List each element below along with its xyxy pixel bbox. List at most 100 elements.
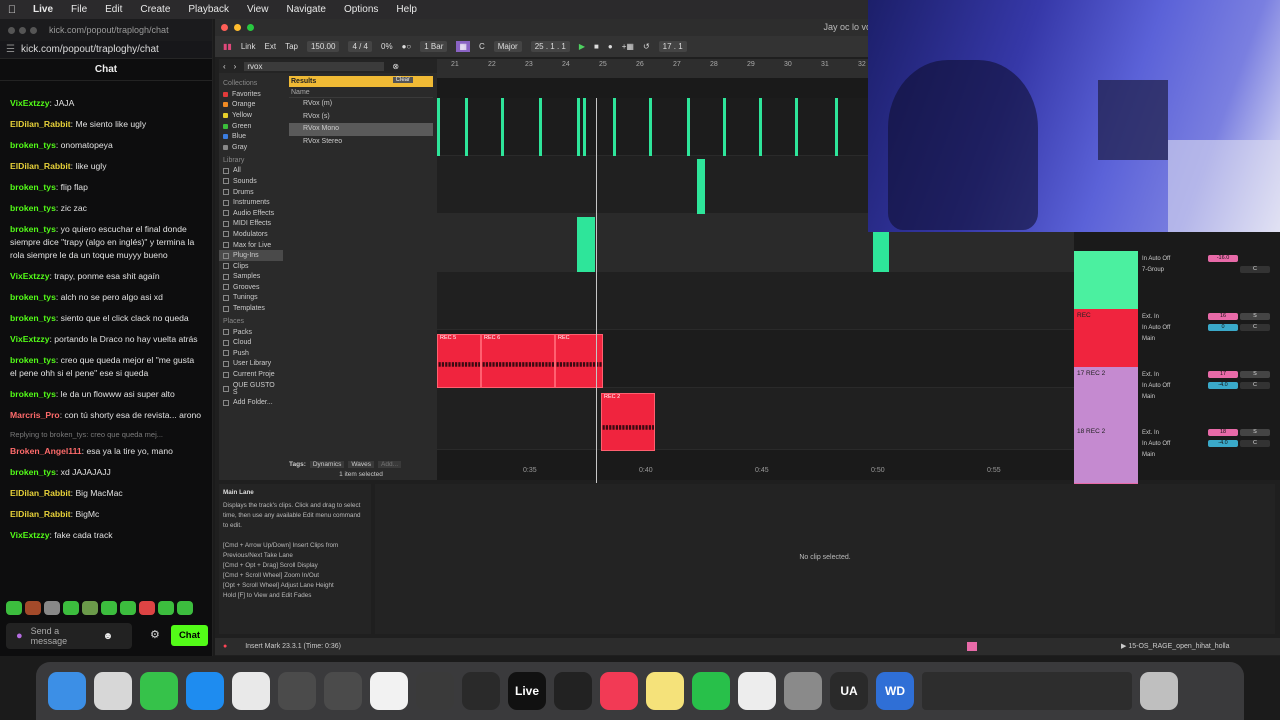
tag-waves[interactable]: Waves <box>348 460 375 468</box>
chat-username[interactable]: Broken_Angel111 <box>10 446 82 456</box>
minimize-icon[interactable] <box>234 24 241 31</box>
midi-clip[interactable] <box>577 98 580 156</box>
zoom-icon[interactable] <box>247 24 254 31</box>
midi-clip[interactable] <box>723 98 726 156</box>
menu-help[interactable]: Help <box>387 4 426 15</box>
solo-button[interactable]: S <box>1240 313 1270 320</box>
chat-username[interactable]: broken_tys <box>10 355 56 365</box>
gear-icon[interactable]: ⚙ <box>150 628 160 641</box>
track-number[interactable]: -16.0 <box>1208 255 1238 262</box>
library-item[interactable]: All <box>219 166 283 177</box>
monitor-off[interactable]: Off <box>1162 441 1170 447</box>
play-icon[interactable]: ▶ <box>579 42 585 51</box>
place-item[interactable]: Push <box>219 348 283 359</box>
app-icon-2[interactable] <box>324 672 362 710</box>
collection-item[interactable]: Blue <box>219 131 283 142</box>
monitor-auto[interactable]: Auto <box>1148 325 1160 331</box>
track-lane[interactable] <box>437 388 1074 450</box>
back-icon[interactable]: ‹ <box>223 62 226 71</box>
wd-icon[interactable]: WD <box>876 672 914 710</box>
tag-add[interactable]: Add... <box>378 460 402 468</box>
midi-clip[interactable] <box>583 98 586 156</box>
chat-username[interactable]: Marcris_Pro <box>10 410 60 420</box>
chat-username[interactable]: broken_tys <box>10 389 56 399</box>
emote-icon[interactable] <box>139 601 155 615</box>
status-track-name[interactable]: ▶ 15-OS_RAGE_open_hihat_holla <box>1121 638 1230 655</box>
monitor-auto[interactable]: Auto <box>1148 383 1160 389</box>
monitor-off[interactable]: Off <box>1162 383 1170 389</box>
warning-icon[interactable]: ● <box>223 643 227 650</box>
tempo-field[interactable]: 150.00 <box>306 41 340 52</box>
midi-clip[interactable] <box>577 217 595 272</box>
minimize-icon[interactable] <box>19 26 26 34</box>
pan-control[interactable]: C <box>1240 324 1270 331</box>
key-select[interactable]: C <box>479 42 485 51</box>
result-item[interactable]: RVox (m) <box>289 98 433 111</box>
volume-value[interactable]: -4.0 <box>1208 382 1238 389</box>
library-item[interactable]: Drums <box>219 187 283 198</box>
midi-clip[interactable] <box>873 232 889 272</box>
midi-clip[interactable] <box>465 98 468 156</box>
result-item[interactable]: RVox Stereo <box>289 136 433 149</box>
groove-amount[interactable]: 0% <box>381 42 393 51</box>
chat-username[interactable]: VixExtzzy <box>10 271 50 281</box>
audio-clip[interactable]: REC 2 ▮▮▮▮▮▮▮▮▮▮▮▮▮▮▮▮▮▮▮▮▮▮▮▮▮▮▮▮▮▮▮▮▮▮▮… <box>601 393 655 451</box>
midi-clip[interactable] <box>613 98 616 156</box>
midi-clip[interactable] <box>649 98 652 156</box>
library-item[interactable]: Samples <box>219 272 283 283</box>
menu-navigate[interactable]: Navigate <box>277 4 334 15</box>
track-title-bar[interactable]: 18 REC 2 <box>1074 425 1138 483</box>
place-item[interactable]: User Library <box>219 359 283 370</box>
solo-button[interactable]: S <box>1240 371 1270 378</box>
menu-view[interactable]: View <box>238 4 278 15</box>
stop-icon[interactable]: ■ <box>594 42 599 51</box>
fl-studio-icon[interactable] <box>416 672 454 710</box>
settings-icon[interactable] <box>784 672 822 710</box>
input-type-select[interactable]: Ext. In <box>1142 428 1170 439</box>
midi-clip[interactable] <box>501 98 504 156</box>
monitor-off[interactable]: Off <box>1162 256 1170 262</box>
monitor-auto[interactable]: Auto <box>1148 441 1160 447</box>
chat-username[interactable]: VixExtzzy <box>10 98 50 108</box>
collection-item[interactable]: Orange <box>219 100 283 111</box>
output-select[interactable]: Main <box>1142 334 1170 345</box>
menu-playback[interactable]: Playback <box>179 4 238 15</box>
loop-position[interactable]: 17 . 1 <box>658 41 687 52</box>
site-settings-icon[interactable]: ☰ <box>6 44 15 55</box>
view-toggle-icon[interactable]: ▮▮ <box>223 42 232 51</box>
emote-icon[interactable] <box>120 601 136 615</box>
loop-icon[interactable]: ↺ <box>643 42 650 51</box>
music-icon[interactable] <box>600 672 638 710</box>
emote-icon[interactable] <box>177 601 193 615</box>
volume-value[interactable]: -4.0 <box>1208 440 1238 447</box>
window-thumb-icon[interactable] <box>922 672 1132 710</box>
app-icon-3[interactable] <box>462 672 500 710</box>
chat-username[interactable]: broken_tys <box>10 313 56 323</box>
record-icon[interactable]: ● <box>608 42 613 51</box>
place-item[interactable]: QUE GUSTO S <box>219 380 283 398</box>
library-item[interactable]: Templates <box>219 303 283 314</box>
input-type-select[interactable]: Ext. In <box>1142 370 1170 381</box>
chat-username[interactable]: broken_tys <box>10 203 56 213</box>
library-item[interactable]: Max for Live <box>219 240 283 251</box>
apple-icon[interactable]:  <box>0 4 24 16</box>
library-item[interactable]: Instruments <box>219 197 283 208</box>
chat-username[interactable]: ElDilan_Rabbit <box>10 161 71 171</box>
arrangement-position[interactable]: 25 . 1 . 1 <box>530 41 570 52</box>
facetime-icon[interactable] <box>140 672 178 710</box>
emote-icon[interactable] <box>44 601 60 615</box>
library-item[interactable]: Grooves <box>219 282 283 293</box>
chat-username[interactable]: broken_tys <box>10 292 56 302</box>
time-signature-field[interactable]: 4 / 4 <box>348 41 373 52</box>
browser-search-input[interactable]: rvox <box>244 61 385 71</box>
close-icon[interactable] <box>221 24 228 31</box>
forward-icon[interactable]: › <box>234 62 237 71</box>
obs-icon[interactable] <box>554 672 592 710</box>
chat-username[interactable]: ElDilan_Rabbit <box>10 488 71 498</box>
scale-select[interactable]: Major <box>493 41 522 52</box>
output-select[interactable]: 7-Group <box>1142 265 1170 276</box>
solo-button[interactable]: S <box>1240 429 1270 436</box>
library-item[interactable]: Audio Effects <box>219 208 283 219</box>
launchpad-icon[interactable] <box>94 672 132 710</box>
zoom-icon[interactable] <box>30 26 37 34</box>
